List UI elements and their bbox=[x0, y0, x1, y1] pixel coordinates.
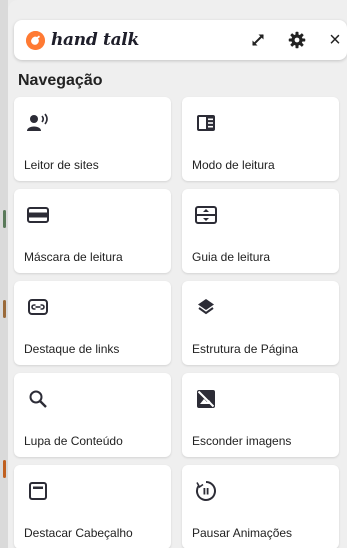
feature-card-esconder-imagens[interactable]: Esconder imagens bbox=[182, 373, 339, 457]
expand-button[interactable] bbox=[247, 29, 269, 51]
hand-talk-logo-icon bbox=[26, 30, 45, 50]
reading-mask-icon bbox=[26, 203, 50, 227]
feature-label: Lupa de Conteúdo bbox=[24, 434, 123, 448]
feature-card-leitor-de-sites[interactable]: Leitor de sites bbox=[14, 97, 171, 181]
magnifier-icon bbox=[26, 387, 50, 411]
feature-label: Estrutura de Página bbox=[192, 342, 299, 356]
hide-image-icon bbox=[194, 387, 218, 411]
feature-label: Modo de leitura bbox=[192, 158, 275, 172]
gear-icon bbox=[288, 31, 306, 49]
close-icon: × bbox=[329, 28, 341, 51]
layers-icon bbox=[194, 295, 218, 319]
section-title: Navegação bbox=[18, 72, 103, 89]
settings-button[interactable] bbox=[286, 29, 308, 51]
feature-label: Máscara de leitura bbox=[24, 250, 123, 264]
pause-animation-icon bbox=[194, 479, 218, 503]
header-highlight-icon bbox=[26, 479, 50, 503]
feature-label: Pausar Animações bbox=[192, 526, 293, 540]
reading-guide-icon bbox=[194, 203, 218, 227]
page-edge-mark bbox=[3, 300, 6, 318]
feature-card-destacar-cabecalho[interactable]: Destacar Cabeçalho bbox=[14, 465, 171, 548]
feature-card-guia-de-leitura[interactable]: Guia de leitura bbox=[182, 189, 339, 273]
close-button[interactable]: × bbox=[324, 29, 346, 51]
feature-label: Esconder imagens bbox=[192, 434, 292, 448]
panel-header: hand talk × bbox=[14, 20, 347, 60]
feature-card-mascara-de-leitura[interactable]: Máscara de leitura bbox=[14, 189, 171, 273]
feature-label: Leitor de sites bbox=[24, 158, 99, 172]
feature-card-pausar-animacoes[interactable]: Pausar Animações bbox=[182, 465, 339, 548]
link-icon bbox=[26, 295, 50, 319]
speaker-person-icon bbox=[26, 111, 50, 135]
page-edge-mark bbox=[3, 460, 6, 478]
page-edge-mark bbox=[3, 210, 6, 228]
logo-text: hand talk bbox=[51, 30, 139, 50]
reading-mode-icon bbox=[194, 111, 218, 135]
expand-icon bbox=[252, 34, 264, 46]
feature-card-modo-de-leitura[interactable]: Modo de leitura bbox=[182, 97, 339, 181]
feature-card-estrutura-de-pagina[interactable]: Estrutura de Página bbox=[182, 281, 339, 365]
feature-label: Destacar Cabeçalho bbox=[24, 526, 133, 540]
feature-card-destaque-de-links[interactable]: Destaque de links bbox=[14, 281, 171, 365]
feature-label: Guia de leitura bbox=[192, 250, 271, 264]
page-edge bbox=[0, 0, 8, 548]
accessibility-panel: hand talk × Navegação Leitor de sites Mo… bbox=[8, 0, 347, 548]
feature-label: Destaque de links bbox=[24, 342, 120, 356]
hand-talk-logo: hand talk bbox=[26, 30, 139, 50]
feature-card-lupa-de-conteudo[interactable]: Lupa de Conteúdo bbox=[14, 373, 171, 457]
